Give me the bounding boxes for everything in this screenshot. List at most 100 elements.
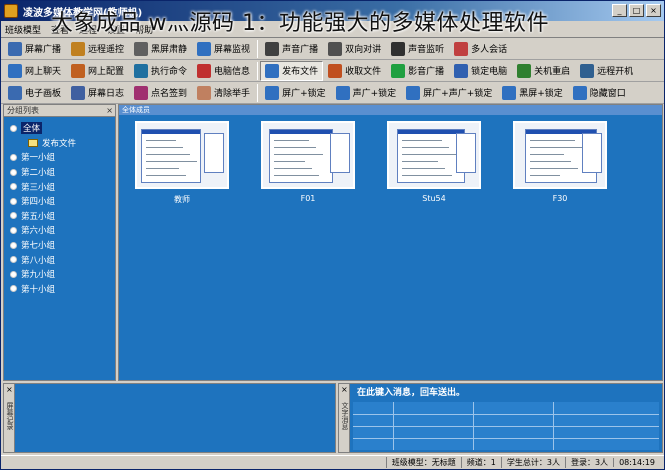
tree-item-label: 第十小组	[21, 284, 56, 295]
toolbar-button-label: 收取文件	[345, 67, 382, 77]
tree-item-group[interactable]: 第十小组	[10, 282, 115, 297]
student-thumbnail[interactable]: F30	[513, 121, 607, 203]
tree-item-all[interactable]: 全体	[10, 121, 115, 136]
student-name: F01	[300, 194, 316, 203]
group-dot-icon	[10, 168, 17, 176]
toolbar-button[interactable]: 关机重启	[512, 61, 575, 81]
remote-control-icon	[71, 41, 86, 56]
toolbar-button[interactable]: 声音监听	[386, 39, 449, 59]
toolbar-button-label: 屏幕日志	[88, 89, 125, 99]
student-thumbnail[interactable]: 教师	[135, 121, 229, 205]
toolbar-row-2: 网上聊天 网上配置 执行命令 电脑信息 发布文件 收取文件 影音广播 锁定电脑 关机重启 远程开机	[1, 60, 664, 82]
screen-log-icon	[71, 85, 86, 100]
toolbar-button[interactable]: 黑屏+锁定	[497, 83, 568, 103]
toolbar-button[interactable]: 发布文件	[260, 60, 324, 81]
toolbar-button[interactable]: 点名签到	[129, 83, 192, 103]
toolbar-button[interactable]: 屏广+声广+锁定	[401, 83, 497, 103]
toolbar-button-label: 影音广播	[408, 67, 445, 77]
toolbar-button[interactable]: 清除举手	[192, 83, 255, 103]
app-icon	[4, 4, 18, 18]
screen-monitor-icon	[197, 41, 212, 56]
black-screen-icon	[134, 41, 149, 56]
tree-item-group[interactable]: 第二小组	[10, 165, 115, 180]
group-dot-icon	[10, 270, 17, 278]
tree-item-label: 第九小组	[21, 270, 56, 281]
close-button[interactable]: ×	[646, 4, 661, 17]
group-dot-icon	[10, 183, 17, 191]
status-login: 登录：3人	[564, 457, 613, 468]
group-dot-icon	[10, 212, 17, 220]
tree-item-group[interactable]: 第九小组	[10, 267, 115, 282]
chat-icon	[8, 63, 22, 78]
tree-item-group[interactable]: 第八小组	[10, 252, 115, 267]
toolbar-button[interactable]: 电子画板	[3, 83, 66, 103]
toolbar-button-label: 执行命令	[151, 67, 188, 77]
headphone-icon	[391, 41, 406, 56]
close-icon[interactable]: ×	[341, 385, 348, 394]
toolbar-button-label: 电子画板	[25, 89, 62, 99]
toolbar-row-1: 屏幕广播 远程遥控 黑屏肃静 屏幕监视 声音广播 双向对讲 声音监听 多人会话	[1, 38, 664, 60]
toolbar-button[interactable]: 远程遥控	[66, 39, 129, 59]
broadcast-lock-icon	[265, 85, 280, 100]
student-thumbnail[interactable]: Stu54	[387, 121, 481, 203]
close-icon[interactable]: ×	[6, 385, 13, 394]
toolbar-button[interactable]: 屏幕日志	[66, 83, 129, 103]
tree-item-label: 第一小组	[21, 153, 56, 164]
microphone-icon	[265, 41, 280, 56]
toolbar-button[interactable]: 声广+锁定	[331, 83, 402, 103]
toolbar-button-label: 锁定电脑	[471, 67, 508, 77]
toolbar-button[interactable]: 黑屏肃静	[129, 39, 192, 59]
status-bar: 班级模型：无标题 频道：1 学生总计：3人 登录：3人 08:14:19	[1, 455, 664, 469]
tree-item-publish-file[interactable]: 发布文件	[10, 136, 115, 151]
users-icon	[454, 41, 469, 56]
toolbar-button[interactable]: 声音广播	[260, 39, 323, 59]
toolbar-button[interactable]: 电脑信息	[192, 61, 255, 81]
overlay-caption: 大象成品 w灬源码 1：功能强大的多媒体处理软件	[51, 11, 549, 36]
screen-log-panel: × 屏幕记录	[3, 383, 336, 453]
toolbar-separator	[257, 83, 259, 102]
screen-preview	[513, 121, 607, 189]
tree-item-group[interactable]: 第一小组	[10, 150, 115, 165]
shutdown-icon	[517, 63, 532, 78]
groups-panel-header: 分组列表 ×	[4, 105, 115, 117]
tree-item-group[interactable]: 第六小组	[10, 223, 115, 238]
status-model: 班级模型：无标题	[385, 457, 461, 468]
tree-item-group[interactable]: 第五小组	[10, 209, 115, 224]
maximize-button[interactable]: □	[629, 4, 644, 17]
text-message-panel: × 文字消息 在此键入消息，回车送出。	[338, 383, 663, 453]
toolbar-button[interactable]: 多人会话	[449, 39, 512, 59]
toolbar-row-3: 电子画板 屏幕日志 点名签到 清除举手 屏广+锁定 声广+锁定 屏广+声广+锁定 黑屏+锁定 隐…	[1, 82, 664, 104]
tree-item-group[interactable]: 第七小组	[10, 238, 115, 253]
toolbar-button-label: 关机重启	[534, 67, 571, 77]
toolbar-button[interactable]: 网上配置	[66, 61, 129, 81]
toolbar-button[interactable]: 屏广+锁定	[260, 83, 331, 103]
toolbar-button-label: 双向对讲	[345, 45, 382, 55]
power-on-icon	[580, 63, 595, 78]
toolbar-button[interactable]: 影音广播	[386, 61, 449, 81]
toolbar-button-label: 网上配置	[88, 67, 125, 77]
screen-broadcast-icon	[8, 41, 22, 56]
status-channel: 频道：1	[460, 457, 501, 468]
menu-item[interactable]: 班级模型	[5, 23, 41, 36]
toolbar-button-label: 声音监听	[408, 45, 445, 55]
toolbar-button[interactable]: 屏幕广播	[3, 39, 66, 59]
tree-item-group[interactable]: 第三小组	[10, 179, 115, 194]
student-thumbnail[interactable]: F01	[261, 121, 355, 203]
tree-item-group[interactable]: 第四小组	[10, 194, 115, 209]
toolbar-button[interactable]: 锁定电脑	[449, 61, 512, 81]
close-icon[interactable]: ×	[106, 105, 113, 117]
status-student-total: 学生总计：3人	[500, 457, 565, 468]
toolbar-button[interactable]: 双向对讲	[323, 39, 386, 59]
phone-icon	[328, 41, 343, 56]
minimize-button[interactable]: _	[612, 4, 627, 17]
toolbar-button[interactable]: 收取文件	[323, 61, 386, 81]
tree-item-label: 全体	[21, 122, 43, 135]
message-input[interactable]: 在此键入消息，回车送出。	[353, 387, 659, 400]
toolbar-button[interactable]: 隐藏窗口	[568, 83, 631, 103]
toolbar-button[interactable]: 屏幕监视	[192, 39, 255, 59]
black-lock-icon	[502, 85, 517, 100]
toolbar-button[interactable]: 远程开机	[575, 61, 638, 81]
toolbar-button[interactable]: 执行命令	[129, 61, 192, 81]
computer-info-icon	[197, 63, 212, 78]
toolbar-button[interactable]: 网上聊天	[3, 61, 66, 81]
